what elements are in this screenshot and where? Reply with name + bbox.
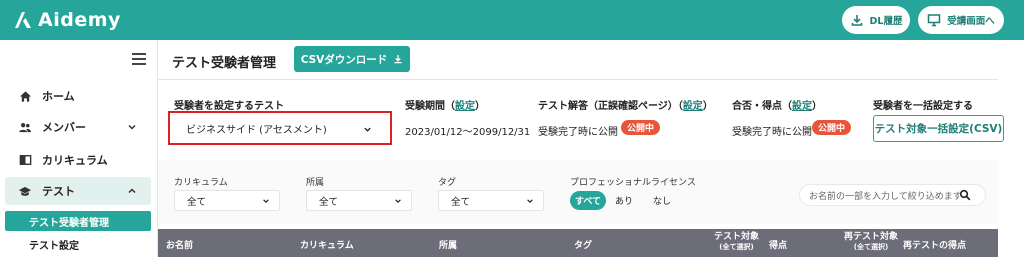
department-filter-value: 全て (319, 196, 339, 208)
answers-value: 受験完了時に公開 (538, 127, 618, 138)
dl-history-button[interactable]: DL履歴 (842, 6, 910, 34)
monitor-icon (927, 13, 941, 27)
sidebar: ホーム メンバー カリキュラム テスト テスト受験者管理 テスト設定 (0, 40, 158, 257)
col-test-target-label: テスト対象 (714, 232, 760, 242)
tag-filter-select[interactable]: 全て (438, 190, 544, 211)
curriculum-filter-select[interactable]: 全て (174, 190, 280, 211)
col-department: 所属 (439, 241, 458, 251)
col-curriculum: カリキュラム (300, 241, 354, 251)
tag-filter-value: 全て (451, 196, 471, 208)
license-option-no[interactable]: なし (648, 191, 676, 210)
view-exam-screen-button[interactable]: 受講画面へ (918, 6, 1004, 34)
top-bar: Aidemy DL履歴 受講画面へ (0, 0, 1024, 40)
dl-history-label: DL履歴 (869, 16, 903, 27)
sidebar-subitem-test-examinee-management[interactable]: テスト受験者管理 (5, 211, 151, 231)
sidebar-item-members[interactable]: メンバー (0, 113, 158, 141)
sidebar-item-curriculum[interactable]: カリキュラム (0, 146, 158, 174)
result-label-text: 合否・得点 (732, 101, 782, 112)
license-option-yes[interactable]: あり (612, 191, 636, 210)
graduation-cap-icon (18, 184, 32, 198)
name-search-input[interactable]: お名前の一部を入力して絞り込めます (799, 184, 986, 206)
download-icon (393, 54, 403, 64)
col-name[interactable]: お名前 (166, 238, 193, 251)
col-retest-target-label: 再テスト対象 (844, 232, 899, 242)
logo-mark-icon (12, 9, 34, 31)
result-label: 合否・得点（設定） (732, 101, 822, 112)
page-title: テスト受験者管理 (172, 56, 277, 71)
bulk-setting-label: 受験者を一括設定する (873, 101, 973, 112)
period-value: 2023/01/12〜2099/12/31 (405, 127, 531, 138)
book-icon (18, 153, 32, 167)
sidebar-item-label: メンバー (42, 121, 86, 134)
search-icon[interactable] (959, 189, 971, 201)
home-icon (18, 89, 32, 103)
bulk-csv-setting-button[interactable]: テスト対象一括設定(CSV) (873, 115, 1004, 142)
answers-settings-link[interactable]: 設定 (683, 101, 703, 112)
section-divider (158, 79, 998, 80)
chevron-down-icon (127, 122, 137, 132)
chevron-down-icon (394, 197, 402, 205)
license-option-all[interactable]: すべて (570, 191, 606, 210)
sidebar-subitem-test-settings[interactable]: テスト設定 (5, 234, 151, 254)
table-header: お名前 カリキュラム 所属 タグ テスト対象 (全て選択) 得点 再テスト対象 … (158, 229, 998, 257)
col-score: 得点 (769, 241, 788, 251)
aidemy-logo[interactable]: Aidemy (12, 8, 121, 32)
period-label: 受験期間（設定） (405, 101, 485, 112)
target-test-value: ビジネスサイド (アセスメント) (186, 124, 327, 136)
name-search-placeholder: お名前の一部を入力して絞り込めます (809, 191, 962, 202)
result-value: 受験完了時に公開 (732, 127, 812, 138)
department-filter-label: 所属 (306, 178, 325, 188)
curriculum-filter-value: 全て (187, 196, 207, 208)
sidebar-item-test[interactable]: テスト (5, 177, 151, 205)
people-icon (18, 120, 32, 134)
tag-filter-label: タグ (438, 178, 457, 188)
answers-label-text: テスト解答（正誤確認ページ） (538, 101, 678, 112)
period-settings-link[interactable]: 設定 (455, 101, 475, 112)
sidebar-item-label: カリキュラム (42, 154, 108, 167)
col-test-target[interactable]: テスト対象 (全て選択) (714, 232, 759, 252)
department-filter-select[interactable]: 全て (306, 190, 412, 211)
result-settings-link[interactable]: 設定 (792, 101, 812, 112)
answers-status-badge: 公開中 (621, 120, 661, 135)
answers-label: テスト解答（正誤確認ページ）（設定） (538, 101, 713, 112)
chevron-down-icon (262, 197, 270, 205)
chevron-down-icon (526, 197, 534, 205)
csv-download-label: CSVダウンロード (300, 53, 388, 66)
chevron-down-icon (363, 124, 372, 133)
license-filter-label: プロフェッショナルライセンス (570, 178, 696, 188)
sidebar-item-label: ホーム (42, 90, 75, 103)
col-tag: タグ (574, 241, 593, 251)
target-test-select[interactable]: ビジネスサイド (アセスメント) (174, 117, 386, 139)
download-icon (850, 13, 864, 27)
target-test-label: 受験者を設定するテスト (174, 101, 284, 112)
col-retest-target[interactable]: 再テスト対象 (全て選択) (844, 232, 898, 252)
view-exam-screen-label: 受講画面へ (947, 16, 995, 27)
period-label-text: 受験期間 (405, 101, 445, 112)
result-status-badge: 公開中 (812, 120, 852, 135)
csv-download-button[interactable]: CSVダウンロード (294, 46, 410, 72)
brand-name: Aidemy (38, 9, 121, 31)
target-test-select-highlight: ビジネスサイド (アセスメント) (168, 111, 392, 145)
sidebar-item-home[interactable]: ホーム (0, 82, 158, 110)
sidebar-item-label: テスト (42, 185, 75, 198)
curriculum-filter-label: カリキュラム (174, 178, 228, 188)
col-retest-target-select-all[interactable]: (全て選択) (844, 242, 898, 252)
hamburger-menu-icon[interactable] (132, 53, 146, 65)
col-test-target-select-all[interactable]: (全て選択) (714, 242, 759, 252)
chevron-up-icon (127, 186, 137, 196)
col-retest-score: 再テストの得点 (903, 241, 967, 251)
